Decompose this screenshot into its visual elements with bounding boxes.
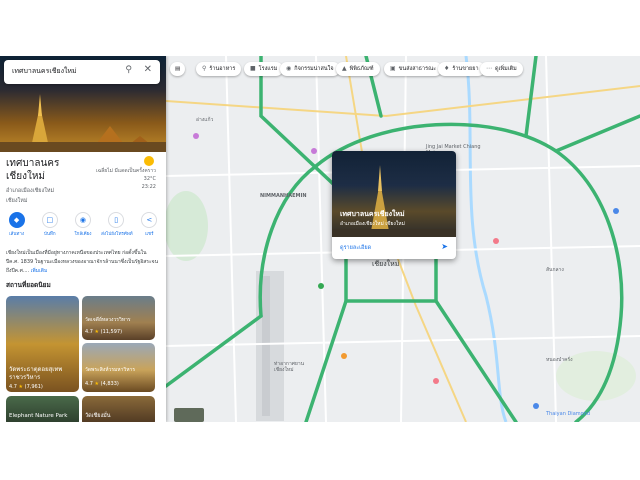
map-label: เชียงใหม่ [372,260,400,268]
layers-button[interactable]: ▤ [170,62,186,76]
place-card[interactable]: วัดพระสิงห์วรมหาวิหาร 4.7 ★ (4,833) [82,343,155,392]
chip-things-to-do[interactable]: ◉ กิจกรรมน่าสนใจ [280,62,340,76]
map-label: สันกลาง [546,267,564,273]
chip-more[interactable]: ⋯ ดูเพิ่มเติม [480,62,523,76]
chip-transit[interactable]: ▣ ขนส่งสาธารณะ [384,62,443,76]
more-link[interactable]: เพิ่มเติม [31,268,48,274]
map-canvas[interactable]: ▤ ⚲ ร้านอาหาร ■ โรงแรม ◉ กิจกรรมน่าสนใจ ▲ พิ… [166,56,640,422]
map-label: ท่าอากาศยาน เชียงใหม่ [274,361,305,373]
share-icon: < [141,212,158,228]
send-to-phone-button[interactable]: ▯ ส่งไปยังโทรศัพท์ [101,212,133,242]
layers-icon: ▤ [175,66,181,72]
map-label: อ่างแก้ว [196,117,214,123]
map-label: NIMMANHAEMIN [260,193,307,199]
place-panel: เทศบาลนครเชียงใหม่ ⚲ ✕ เทศบาลนคร เชียงให… [0,56,166,422]
search-icon[interactable]: ⚲ [125,65,132,75]
place-popup[interactable]: เทศบาลนครเชียงใหม่ อำเภอเมืองเชียงใหม่ เ… [332,151,456,259]
place-card[interactable]: วัดเจดีย์หลวงวรวิหาร 4.7 ★ (11,597) [82,296,155,340]
transit-icon: ▣ [390,65,396,72]
directions-icon[interactable]: ➤ [441,242,448,251]
place-card[interactable]: วัดเชียงมั่น [82,396,155,422]
action-bar: ◆ เส้นทาง □ บันทึก ◉ ใกล้เคียง ▯ ส่งไปยั… [0,212,166,242]
nearby-icon: ◉ [74,212,91,228]
pharmacy-icon: ♦ [444,65,450,72]
popup-details-link[interactable]: ดูรายละเอียด [340,244,371,252]
hotel-icon: ■ [250,65,256,72]
chip-museums[interactable]: ▲ พิพิธภัณฑ์ [336,62,380,76]
chip-hotels[interactable]: ■ โรงแรม [244,62,284,76]
phone-icon: ▯ [108,212,125,228]
map-label: Thaiyan Diamond [546,411,591,417]
place-card[interactable]: Elephant Nature Park [6,396,79,422]
restaurant-icon: ⚲ [202,65,207,72]
star-icon: ★ [18,384,24,390]
layers-thumbnail[interactable] [174,408,204,422]
search-input[interactable]: เทศบาลนครเชียงใหม่ [12,66,77,77]
save-button[interactable]: □ บันทึก [35,212,65,242]
more-icon: ⋯ [486,65,492,72]
map-label: หนองป่าครั่ง [546,357,573,363]
section-title: สถานที่ยอดนิยม [6,281,51,289]
camera-icon: ◉ [286,65,292,72]
sun-icon [144,156,154,166]
museum-icon: ▲ [342,65,347,72]
place-hero-image[interactable]: เทศบาลนครเชียงใหม่ ⚲ ✕ [0,56,166,152]
directions-button[interactable]: ◆ เส้นทาง [2,212,32,242]
weather-info: เฉลี่ยไม่ มีแดดเป็นครั้งคราว 32°C 23:22 [96,168,156,190]
bookmark-icon: □ [41,212,58,228]
place-card[interactable]: วัดพระธาตุดอยสุเทพราชวรวิหาร 4.7 ★ (7,96… [6,296,79,392]
star-icon: ★ [94,329,100,335]
popup-subtitle: อำเภอเมืองเชียงใหม่ เชียงใหม่ [340,221,405,227]
app-frame: เทศบาลนครเชียงใหม่ ⚲ ✕ เทศบาลนคร เชียงให… [0,56,640,422]
chip-pharmacies[interactable]: ♦ ร้านขายยา [438,62,485,76]
close-icon[interactable]: ✕ [144,64,152,75]
place-description: เชียงใหม่เป็นเมืองที่มีอยู่ทางภาคเหนือขอ… [6,250,158,274]
directions-icon: ◆ [8,212,25,228]
page-title: เทศบาลนคร เชียงใหม่ [6,158,60,182]
share-button[interactable]: < แชร์ [134,212,164,242]
place-subtitle: อำเภอเมืองเชียงใหม่ เชียงใหม่ [6,188,55,204]
nearby-button[interactable]: ◉ ใกล้เคียง [68,212,98,242]
popup-title: เทศบาลนครเชียงใหม่ [340,210,405,218]
chip-restaurants[interactable]: ⚲ ร้านอาหาร [196,62,242,76]
search-box[interactable]: เทศบาลนครเชียงใหม่ ⚲ ✕ [4,60,160,84]
star-icon: ★ [94,381,100,387]
